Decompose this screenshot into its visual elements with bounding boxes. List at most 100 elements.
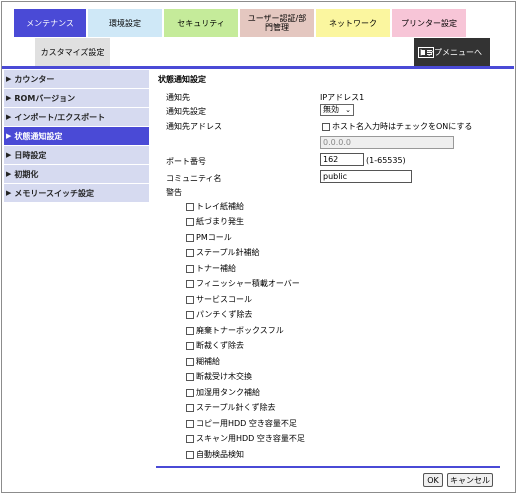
warning-checkbox[interactable] [186, 248, 194, 257]
warning-item: フィニッシャー積載オーバー [186, 278, 300, 289]
warning-checkbox[interactable] [186, 388, 194, 397]
notify-setting-select[interactable]: 無効 ⌄ [320, 104, 354, 116]
warning-checkbox[interactable] [186, 372, 194, 381]
sidebar-item-datetime[interactable]: ▶ 日時設定 [4, 146, 149, 165]
page-title: 状態通知設定 [158, 75, 206, 84]
footer-divider [156, 466, 500, 468]
warning-item-label: トナー補給 [196, 264, 236, 273]
sidebar-item-counter[interactable]: ▶ カウンター [4, 70, 149, 89]
host-name-checkbox[interactable] [322, 122, 330, 131]
triangle-right-icon: ▶ [6, 170, 12, 178]
notify-dest-label: 通知先 [166, 93, 190, 102]
warning-item: 紙づまり発生 [186, 216, 244, 227]
sidebar-item-label: インポート/エクスポート [14, 112, 106, 122]
community-input[interactable]: public [320, 170, 412, 183]
top-menu-button[interactable]: トップメニューへ [414, 38, 490, 66]
warning-checkbox[interactable] [186, 434, 194, 443]
sidebar-item-import-export[interactable]: ▶ インポート/エクスポート [4, 108, 149, 127]
triangle-right-icon: ▶ [6, 151, 12, 159]
warning-item: 断裁くず除去 [186, 340, 244, 351]
tab-customize[interactable]: カスタマイズ設定 [35, 38, 110, 66]
header-divider [2, 66, 514, 69]
sidebar-item-label: メモリースイッチ設定 [14, 188, 94, 198]
sidebar-item-label: 状態通知設定 [14, 131, 63, 141]
warning-checkbox[interactable] [186, 279, 194, 288]
notify-setting-value: 無効 [323, 105, 339, 114]
warning-item: ステープル針くず除去 [186, 402, 276, 413]
tab-printer[interactable]: プリンター設定 [392, 9, 466, 37]
warning-item: スキャン用HDD 空き容量不足 [186, 433, 305, 444]
tab-security[interactable]: セキュリティ [164, 9, 238, 37]
warning-item: 加湿用タンク補給 [186, 387, 260, 398]
sidebar: ▶ カウンター ▶ ROMバージョン ▶ インポート/エクスポート ▶ 状態通知設定 ▶… [4, 70, 149, 203]
warning-checkbox[interactable] [186, 264, 194, 273]
triangle-right-icon: ▶ [6, 132, 12, 140]
host-name-checkbox-label: ホスト名入力時はチェックをONにする [332, 122, 473, 131]
tab-maintenance[interactable]: メンテナンス [14, 9, 86, 37]
notify-address-input[interactable]: 0.0.0.0 [320, 136, 454, 149]
warning-checkbox[interactable] [186, 450, 194, 459]
sidebar-item-label: ROMバージョン [14, 93, 76, 103]
warning-item-label: サービスコール [196, 295, 252, 304]
warning-item: 廃棄トナーボックスフル [186, 325, 284, 336]
notify-dest-value: IPアドレス1 [320, 93, 365, 102]
warning-label: 警告 [166, 188, 182, 197]
warning-item-label: コピー用HDD 空き容量不足 [196, 419, 297, 428]
warning-item-label: 紙づまり発生 [196, 217, 244, 226]
warning-checkbox[interactable] [186, 295, 194, 304]
warning-item: パンチくず除去 [186, 309, 252, 320]
warning-item-label: 糊補給 [196, 357, 220, 366]
warning-item-label: 断裁受け木交換 [196, 372, 252, 381]
notify-address-label: 通知先アドレス [166, 122, 222, 131]
warning-checkbox[interactable] [186, 310, 194, 319]
port-range-hint: (1-65535) [366, 156, 406, 165]
warning-item: 断裁受け木交換 [186, 371, 252, 382]
triangle-right-icon: ▶ [6, 113, 12, 121]
sidebar-item-status-notification[interactable]: ▶ 状態通知設定 [4, 127, 149, 146]
cancel-button[interactable]: キャンセル [447, 473, 493, 487]
warning-item: PMコール [186, 232, 232, 243]
warning-item-label: 加湿用タンク補給 [196, 388, 260, 397]
warning-item-label: 自動検品検知 [196, 450, 244, 459]
warning-checkbox[interactable] [186, 202, 194, 211]
tab-network[interactable]: ネットワーク [316, 9, 390, 37]
warning-item-label: PMコール [196, 233, 232, 242]
warning-item: コピー用HDD 空き容量不足 [186, 418, 297, 429]
warning-checkbox[interactable] [186, 357, 194, 366]
warning-item: サービスコール [186, 294, 252, 305]
warning-checkbox[interactable] [186, 419, 194, 428]
port-input[interactable]: 162 [320, 153, 364, 166]
notify-setting-label: 通知先設定 [166, 107, 206, 116]
sidebar-item-label: カウンター [14, 74, 55, 84]
warning-checkbox[interactable] [186, 403, 194, 412]
sidebar-item-label: 日時設定 [14, 150, 47, 160]
community-label: コミュニティ名 [166, 174, 222, 183]
port-label: ポート番号 [166, 157, 206, 166]
warning-item-label: 廃棄トナーボックスフル [196, 326, 284, 335]
warning-item-label: フィニッシャー積載オーバー [196, 279, 300, 288]
warning-item-label: スキャン用HDD 空き容量不足 [196, 434, 305, 443]
warning-item-label: ステープル針くず除去 [196, 403, 276, 412]
warning-checkbox[interactable] [186, 217, 194, 226]
triangle-right-icon: ▶ [6, 189, 12, 197]
warning-checkbox[interactable] [186, 341, 194, 350]
warning-checkbox[interactable] [186, 233, 194, 242]
tab-user-auth[interactable]: ユーザー認証/部門管理 [240, 9, 314, 37]
sidebar-item-initialize[interactable]: ▶ 初期化 [4, 165, 149, 184]
warning-item-label: ステープル針補給 [196, 248, 260, 257]
warning-item-label: トレイ紙補給 [196, 202, 244, 211]
ok-button[interactable]: OK [423, 473, 443, 487]
sidebar-item-memory-switch[interactable]: ▶ メモリースイッチ設定 [4, 184, 149, 203]
triangle-right-icon: ▶ [6, 75, 12, 83]
sidebar-item-rom-version[interactable]: ▶ ROMバージョン [4, 89, 149, 108]
triangle-right-icon: ▶ [6, 94, 12, 102]
host-name-option: ホスト名入力時はチェックをONにする [322, 121, 472, 132]
warning-item-label: 断裁くず除去 [196, 341, 244, 350]
warning-item: 糊補給 [186, 356, 220, 367]
warning-item: 自動検品検知 [186, 449, 244, 460]
warning-checkbox[interactable] [186, 326, 194, 335]
tab-environment[interactable]: 環境設定 [88, 9, 162, 37]
warning-item: トナー補給 [186, 263, 236, 274]
warning-item-label: パンチくず除去 [196, 310, 253, 319]
warning-item: ステープル針補給 [186, 247, 260, 258]
